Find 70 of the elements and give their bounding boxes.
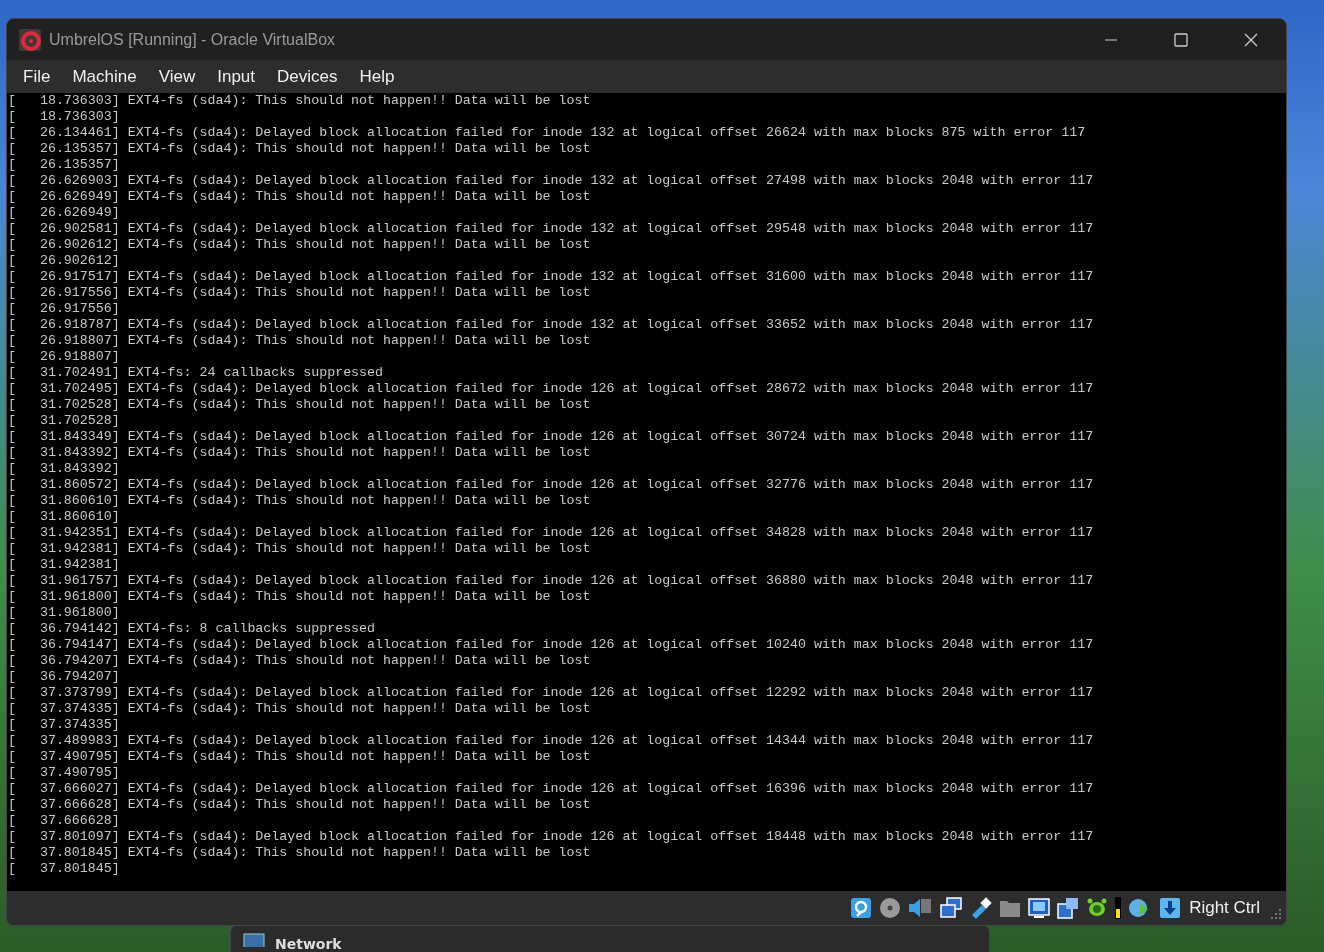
- console-line: [ 26.918807] EXT4-fs (sda4): This should not happen!! Data will be lost: [8, 333, 591, 349]
- window-title: UmbrelOS [Running] - Oracle VirtualBox: [49, 30, 336, 49]
- console-line: [ 37.801845] EXT4-fs (sda4): This should not happen!! Data will be lost: [8, 845, 591, 861]
- console-line: [ 37.374335] EXT4-fs (sda4): This should not happen!! Data will be lost: [8, 701, 591, 717]
- speaker-icon[interactable]: [908, 897, 933, 919]
- console-line: [ 37.801097] EXT4-fs (sda4): Delayed block allocation failed for inode 126 at logical offset 18448 with max blocks 2048 with error 117: [8, 829, 1094, 845]
- console-line: [ 37.666628] EXT4-fs (sda4): This should not happen!! Data will be lost: [8, 797, 591, 813]
- host-key-label: Right Ctrl: [1189, 898, 1260, 918]
- console-line: [ 26.917556]: [8, 301, 120, 317]
- console-line: [ 37.490795]: [8, 765, 120, 781]
- console-line: [ 31.860572] EXT4-fs (sda4): Delayed block allocation failed for inode 126 at logical offset 32776 with max blocks 2048 with error 117: [8, 477, 1094, 493]
- console-line: [ 26.626903] EXT4-fs (sda4): Delayed block allocation failed for inode 132 at logical offset 27498 with max blocks 2048 with error 117: [8, 173, 1094, 189]
- video-capture-icon[interactable]: [1057, 897, 1080, 919]
- console-line: [ 31.702528]: [8, 413, 120, 429]
- console-line: [ 31.961757] EXT4-fs (sda4): Delayed block allocation failed for inode 126 at logical offset 36880 with max blocks 2048 with error 117: [8, 573, 1094, 589]
- console-line: [ 31.961800] EXT4-fs (sda4): This should not happen!! Data will be lost: [8, 589, 591, 605]
- menu-item[interactable]: Help: [349, 63, 405, 90]
- console-line: [ 26.902612]: [8, 253, 120, 269]
- console-line: [ 31.843349] EXT4-fs (sda4): Delayed block allocation failed for inode 126 at logical offset 30724 with max blocks 2048 with error 117: [8, 429, 1094, 445]
- menu-item[interactable]: View: [148, 63, 206, 90]
- console-line: [ 31.843392] EXT4-fs (sda4): This should not happen!! Data will be lost: [8, 445, 591, 461]
- console-line: [ 37.666027] EXT4-fs (sda4): Delayed block allocation failed for inode 126 at logical offset 16396 with max blocks 2048 with error 117: [8, 781, 1094, 797]
- window-title: Network: [275, 935, 342, 952]
- console-line: [ 31.942381]: [8, 557, 120, 573]
- console-line: [ 26.134461] EXT4-fs (sda4): Delayed block allocation failed for inode 132 at logical offset 26624 with max blocks 875 with error 117: [8, 125, 1086, 141]
- console-line: [ 37.489983] EXT4-fs (sda4): Delayed block allocation failed for inode 126 at logical offset 14344 with max blocks 2048 with error 117: [8, 733, 1094, 749]
- folder-icon[interactable]: [999, 898, 1022, 918]
- maximize-icon: [1174, 32, 1188, 47]
- console-line: [ 31.702495] EXT4-fs (sda4): Delayed block allocation failed for inode 126 at logical offset 28672 with max blocks 2048 with error 117: [8, 381, 1094, 397]
- console-line: [ 26.626949]: [8, 205, 120, 221]
- display-icon[interactable]: [1028, 897, 1051, 919]
- console-line: [ 37.373799] EXT4-fs (sda4): Delayed block allocation failed for inode 126 at logical offset 12292 with max blocks 2048 with error 117: [8, 685, 1094, 701]
- console-line: [ 26.135357]: [8, 157, 120, 173]
- console-line: [ 31.702528] EXT4-fs (sda4): This should not happen!! Data will be lost: [8, 397, 591, 413]
- console-line: [ 18.736303] EXT4-fs (sda4): This should not happen!! Data will be lost: [8, 93, 591, 109]
- console-line: [ 31.942381] EXT4-fs (sda4): This should not happen!! Data will be lost: [8, 541, 591, 557]
- console-line: [ 31.843392]: [8, 461, 120, 477]
- optical-disc-icon[interactable]: [879, 897, 902, 919]
- console-line: [ 36.794207] EXT4-fs (sda4): This should not happen!! Data will be lost: [8, 653, 591, 669]
- console-line: [ 26.902581] EXT4-fs (sda4): Delayed block allocation failed for inode 132 at logical offset 29548 with max blocks 2048 with error 117: [8, 221, 1094, 237]
- menu-item[interactable]: Input: [207, 63, 266, 90]
- close-icon: [1244, 32, 1258, 47]
- console-line: [ 37.801845]: [8, 861, 120, 877]
- app-icon: [19, 28, 41, 51]
- activity-indicator-icon: [1115, 897, 1122, 919]
- console-line: [ 31.942351] EXT4-fs (sda4): Delayed block allocation failed for inode 126 at logical offset 34828 with max blocks 2048 with error 117: [8, 525, 1094, 541]
- console-line: [ 31.702491] EXT4-fs: 24 callbacks suppressed: [8, 365, 384, 381]
- console-line: [ 26.917556] EXT4-fs (sda4): This should not happen!! Data will be lost: [8, 285, 591, 301]
- console-line: [ 36.794142] EXT4-fs: 8 callbacks suppressed: [8, 621, 376, 637]
- resize-grip-icon[interactable]: [1268, 907, 1282, 921]
- console-line: [ 26.135357] EXT4-fs (sda4): This should not happen!! Data will be lost: [8, 141, 591, 157]
- console-line: [ 18.736303]: [8, 109, 120, 125]
- console-line: [ 26.917517] EXT4-fs (sda4): Delayed block allocation failed for inode 132 at logical offset 31600 with max blocks 2048 with error 117: [8, 269, 1094, 285]
- menu-item[interactable]: Devices: [267, 63, 348, 90]
- console-line: [ 36.794147] EXT4-fs (sda4): Delayed block allocation failed for inode 126 at logical offset 10240 with max blocks 2048 with error 117: [8, 637, 1094, 653]
- console-line: [ 26.902612] EXT4-fs (sda4): This should not happen!! Data will be lost: [8, 237, 591, 253]
- console-line: [ 31.860610]: [8, 509, 120, 525]
- console-line: [ 26.626949] EXT4-fs (sda4): This should not happen!! Data will be lost: [8, 189, 591, 205]
- console-line: [ 26.918787] EXT4-fs (sda4): Delayed block allocation failed for inode 132 at logical offset 33652 with max blocks 2048 with error 117: [8, 317, 1094, 333]
- console-line: [ 37.374335]: [8, 717, 120, 733]
- console-line: [ 31.860610] EXT4-fs (sda4): This should not happen!! Data will be lost: [8, 493, 591, 509]
- console-line: [ 37.666628]: [8, 813, 120, 829]
- console-line: [ 36.794207]: [8, 669, 120, 685]
- console-line: [ 37.490795] EXT4-fs (sda4): This should not happen!! Data will be lost: [8, 749, 591, 765]
- menu-item[interactable]: File: [13, 63, 61, 90]
- network-icon: [243, 933, 265, 947]
- console-line: [ 26.918807]: [8, 349, 120, 365]
- usb-icon[interactable]: [970, 897, 993, 919]
- menu-item[interactable]: Machine: [62, 63, 147, 90]
- console-line: [ 31.961800]: [8, 605, 120, 621]
